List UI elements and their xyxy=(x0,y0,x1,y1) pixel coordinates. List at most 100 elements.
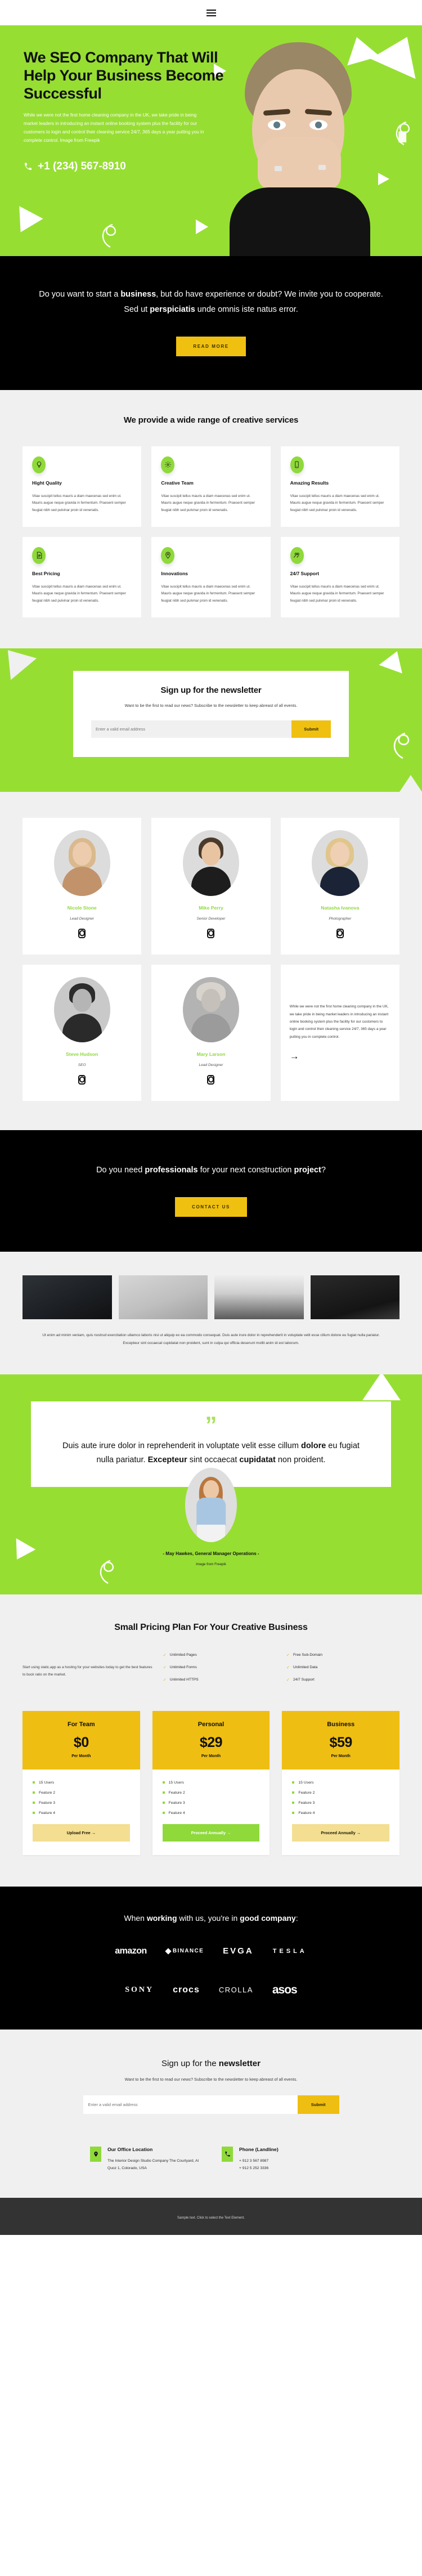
author-shirt xyxy=(196,1498,226,1526)
decorative-triangle xyxy=(8,206,43,239)
contact-block-office: Our Office Location The Interior Design … xyxy=(90,2147,200,2172)
gear-icon xyxy=(161,456,175,473)
bullet-icon xyxy=(162,1781,165,1784)
team-member-card[interactable]: Mike Perry Senior Developer xyxy=(151,818,271,955)
pricing-title: Small Pricing Plan For Your Creative Bus… xyxy=(114,1623,308,1633)
service-card-body: Vitae suscipit tellus mauris a diam maec… xyxy=(161,494,255,513)
brands-title-1: When xyxy=(124,1913,147,1923)
plan-name: For Team xyxy=(67,1721,95,1728)
plan-cta-button[interactable]: Proceed Annually → xyxy=(292,1824,389,1842)
plan-feature-list: 15 Users Feature 2 Feature 3 Feature 4 xyxy=(292,1781,389,1815)
plan-cta-button[interactable]: Upload Free → xyxy=(33,1824,130,1842)
gallery-image[interactable] xyxy=(23,1275,112,1320)
testimonial-author-photo xyxy=(185,1468,237,1543)
contact-phone-numbers: + 912 3 567 8987 + 912 5 252 3336 xyxy=(239,2159,269,2171)
testimonial-image-credit: Image from Freepik xyxy=(196,1562,226,1567)
plan-feature-label: Feature 3 xyxy=(39,1800,56,1805)
team-member-card[interactable]: Mary Larson Lead Designer xyxy=(151,964,271,1101)
plan-cta-button[interactable]: Proceed Annually → xyxy=(162,1824,260,1842)
plan-body: 15 Users Feature 2 Feature 3 Feature 4 P… xyxy=(282,1769,399,1855)
team-member-role: Lead Designer xyxy=(199,1063,223,1067)
service-card-title: Hight Quality xyxy=(32,480,62,486)
cta2-text-1: Do you need xyxy=(96,1165,145,1175)
hamburger-menu-icon[interactable] xyxy=(206,9,216,16)
map-pin-icon xyxy=(90,2147,101,2162)
binance-diamond-icon xyxy=(165,1948,172,1955)
testimonial-bold-excepteur: Excepteur xyxy=(147,1455,187,1464)
avatar-body xyxy=(62,1013,102,1042)
gallery-image[interactable] xyxy=(118,1275,208,1320)
footer-newsletter-form: Submit xyxy=(83,2095,339,2114)
team-member-name: Natasha Ivanova xyxy=(321,904,360,911)
service-card[interactable]: Hight Quality Vitae suscipit tellus maur… xyxy=(23,446,142,527)
email-input[interactable] xyxy=(91,720,292,738)
service-card-body: Vitae suscipit tellus mauris a diam maec… xyxy=(290,494,384,513)
contact-us-button[interactable]: CONTACT US xyxy=(175,1197,247,1217)
service-card-body: Vitae suscipit tellus mauris a diam maec… xyxy=(161,584,255,603)
brand-logo-binance-label: BINANCE xyxy=(172,1948,204,1955)
bullet-icon xyxy=(33,1791,35,1794)
pricing-plan-card: Personal $29 Per Month 15 Users Feature … xyxy=(152,1710,270,1855)
brand-logo-amazon: amazon xyxy=(115,1946,147,1956)
plan-feature: Feature 4 xyxy=(292,1811,389,1815)
plan-feature: Feature 2 xyxy=(292,1791,389,1795)
avatar-head xyxy=(201,842,221,866)
plan-feature-label: Feature 2 xyxy=(168,1790,185,1795)
instagram-icon[interactable] xyxy=(78,1074,86,1085)
pricing-blurb: Start using static.app as a hosting for … xyxy=(23,1665,152,1677)
decorative-triangle xyxy=(378,173,389,185)
services-title: We provide a wide range of creative serv… xyxy=(123,415,299,425)
hero-phone-link[interactable]: +1 (234) 567-8910 xyxy=(24,160,236,173)
instagram-icon[interactable] xyxy=(207,928,215,938)
pricing-feature-label: 24/7 Support xyxy=(293,1677,315,1682)
avatar xyxy=(182,976,239,1042)
plan-feature-label: Feature 3 xyxy=(168,1800,185,1805)
testimonial-author: - May Hawkes, General Manager Operations… xyxy=(163,1551,259,1557)
instagram-icon[interactable] xyxy=(207,1074,215,1085)
testimonial-text-3: sint occaecat xyxy=(187,1455,240,1464)
brands-bold-working: working xyxy=(146,1913,177,1923)
gallery-image[interactable] xyxy=(310,1275,399,1320)
footer-newsletter-title-bold: newsletter xyxy=(218,2058,261,2068)
plan-feature: Feature 4 xyxy=(162,1811,260,1815)
team-member-card[interactable]: Nicole Stone Lead Designer xyxy=(23,818,142,955)
avatar-body xyxy=(62,867,102,896)
newsletter-submit-button[interactable]: Submit xyxy=(291,720,331,738)
decorative-squiggle-icon xyxy=(396,121,410,146)
footer-newsletter-title: Sign up for the newsletter xyxy=(0,2059,422,2068)
team-member-card[interactable]: Natasha Ivanova Photographer xyxy=(280,818,399,955)
footer-newsletter-submit-button[interactable]: Submit xyxy=(297,2095,339,2114)
pricing-feature: ✓ Unlimited Pages xyxy=(163,1652,276,1657)
cta2-bold-professionals: professionals xyxy=(145,1165,198,1175)
gallery-section: Ut enim ad minim veniam, quis nostrud ex… xyxy=(0,1252,422,1375)
bullet-icon xyxy=(33,1812,35,1815)
footer-bottom-text: Sample text. Click to select the Text El… xyxy=(177,2216,245,2220)
service-card[interactable]: Innovations Vitae suscipit tellus mauris… xyxy=(151,536,271,617)
instagram-icon[interactable] xyxy=(78,928,86,938)
pricing-plan-card: For Team $0 Per Month 15 Users Feature 2… xyxy=(23,1710,140,1855)
footer-email-input[interactable] xyxy=(83,2095,298,2114)
team-note-arrow-link[interactable]: → xyxy=(290,1051,390,1062)
instagram-icon[interactable] xyxy=(336,928,344,938)
team-member-card[interactable]: Steve Hudson SEO xyxy=(23,964,142,1101)
service-card-body: Vitae suscipit tellus mauris a diam maec… xyxy=(290,584,384,603)
team-grid-row-1: Nicole Stone Lead Designer Mike Perry Se… xyxy=(23,818,399,955)
burger-line xyxy=(206,15,216,16)
pricing-feature-label: Unlimited Pages xyxy=(169,1652,197,1657)
cta2-bold-project: project xyxy=(294,1165,321,1175)
avatar-body xyxy=(191,867,231,896)
plan-feature: 15 Users xyxy=(162,1781,260,1785)
service-card[interactable]: 24/7 Support Vitae suscipit tellus mauri… xyxy=(280,536,399,617)
read-more-button[interactable]: READ MORE xyxy=(176,336,246,356)
plan-price: $29 xyxy=(199,1734,223,1750)
gallery-image[interactable] xyxy=(214,1275,304,1320)
plan-feature-list: 15 Users Feature 2 Feature 3 Feature 4 xyxy=(162,1781,260,1815)
hero-title: We SEO Company That Will Help Your Busin… xyxy=(24,49,224,102)
service-card[interactable]: Creative Team Vitae suscipit tellus maur… xyxy=(151,446,271,527)
plan-feature-list: 15 Users Feature 2 Feature 3 Feature 4 xyxy=(33,1781,130,1815)
service-card[interactable]: Amazing Results Vitae suscipit tellus ma… xyxy=(280,446,399,527)
service-card-title: 24/7 Support xyxy=(290,570,320,576)
brand-logo-binance: BINANCE xyxy=(165,1948,204,1955)
service-card[interactable]: Best Pricing Vitae suscipit tellus mauri… xyxy=(23,536,142,617)
check-icon: ✓ xyxy=(163,1677,167,1682)
